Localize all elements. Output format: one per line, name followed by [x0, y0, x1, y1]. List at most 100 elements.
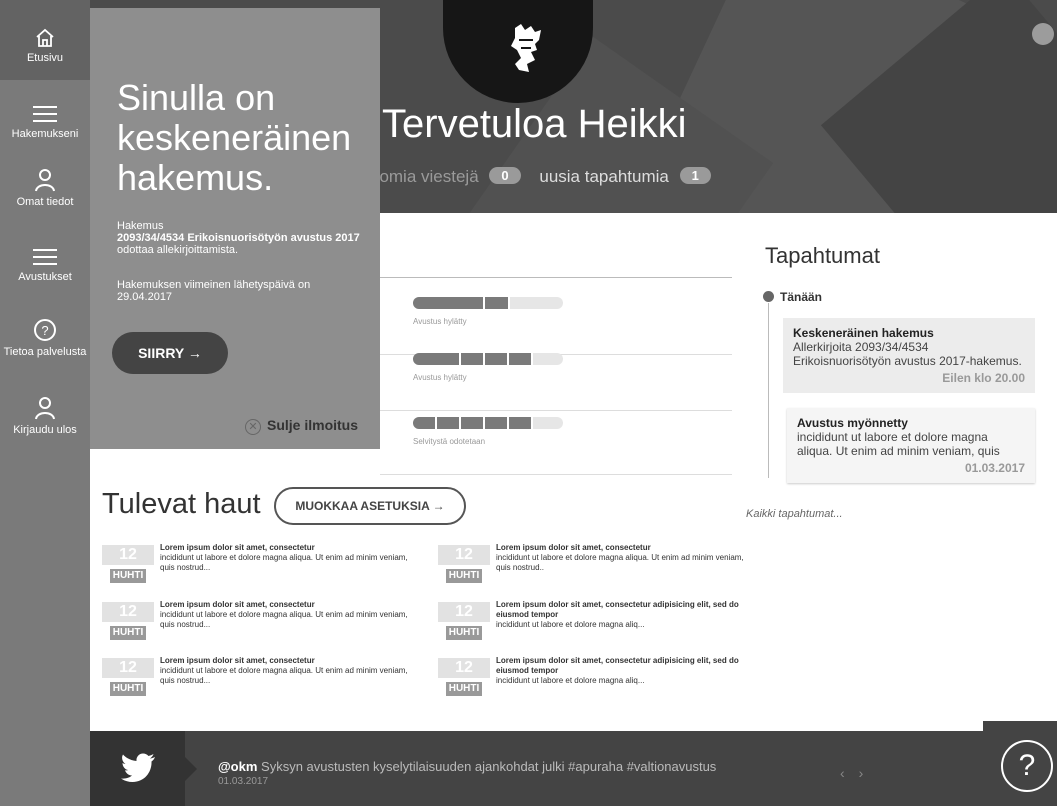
- date-day: 12: [102, 602, 154, 622]
- upcoming-item-title: Lorem ipsum dolor sit amet, consectetur: [160, 543, 315, 552]
- edit-settings-button[interactable]: MUOKKAA ASETUKSIA →: [274, 487, 466, 525]
- upcoming-item-title: Lorem ipsum dolor sit amet, consectetur: [160, 600, 315, 609]
- date-month: HUHTI: [445, 682, 483, 696]
- progress-segment: [485, 417, 509, 429]
- upcoming-item-desc: incididunt ut labore et dolore magna ali…: [160, 666, 408, 685]
- notice-title: Sinulla on keskeneräinen hakemus.: [117, 77, 352, 198]
- date-badge: 12 HUHTI: [438, 602, 490, 640]
- application-progress-bar: [413, 417, 563, 429]
- upcoming-item[interactable]: 12 HUHTI Lorem ipsum dolor sit amet, cons…: [438, 543, 758, 593]
- go-button[interactable]: SIIRRY →: [112, 332, 228, 374]
- date-day: 12: [438, 658, 490, 678]
- upcoming-item[interactable]: 12 HUHTI Lorem ipsum dolor sit amet, cons…: [102, 656, 422, 706]
- upcoming-item[interactable]: 12 HUHTI Lorem ipsum dolor sit amet, cons…: [438, 656, 758, 706]
- sidebar-item-hakemukseni[interactable]: Hakemukseni: [0, 104, 90, 140]
- user-avatar[interactable]: [1032, 23, 1054, 45]
- sidebar-item-label: Omat tiedot: [16, 196, 74, 208]
- welcome-heading: Tervetuloa Heikki: [382, 102, 687, 146]
- next-tweet-button[interactable]: ›: [859, 765, 878, 781]
- event-card[interactable]: Avustus myönnetty incididunt ut labore e…: [787, 408, 1035, 483]
- application-row[interactable]: Selvitystä odotetaan: [380, 417, 732, 475]
- notice-deadline: Hakemuksen viimeinen lähetyspäivä on 29.…: [117, 279, 311, 303]
- progress-segment: [413, 417, 437, 429]
- upcoming-item-desc: incididunt ut labore et dolore magna ali…: [496, 676, 645, 685]
- today-marker: Tänään: [763, 290, 822, 304]
- event-title: Keskeneräinen hakemus: [793, 326, 934, 340]
- progress-segment: [413, 297, 485, 309]
- date-month: HUHTI: [109, 682, 147, 696]
- event-card[interactable]: Keskeneräinen hakemus Allerkirjoita 2093…: [783, 318, 1035, 393]
- upcoming-item-text: Lorem ipsum dolor sit amet, consectetur i…: [160, 600, 410, 630]
- progress-segment: [413, 353, 461, 365]
- upcoming-item-desc: incididunt ut labore et dolore magna ali…: [160, 553, 408, 572]
- progress-segment: [461, 353, 485, 365]
- sidebar-item-label: Kirjaudu ulos: [13, 424, 77, 436]
- application-status: Selvitystä odotetaan: [413, 437, 486, 446]
- tweet-handle[interactable]: @okm: [218, 759, 257, 774]
- date-month: HUHTI: [109, 569, 147, 583]
- user-icon: [35, 169, 55, 192]
- sidebar-item-label: Hakemukseni: [11, 128, 79, 140]
- upcoming-item-title: Lorem ipsum dolor sit amet, consectetur …: [496, 656, 739, 675]
- application-status: Avustus hylätty: [413, 317, 467, 326]
- svg-text:?: ?: [41, 323, 48, 338]
- notice-application-info: Hakemus 2093/34/4534 Erikoisnuorisötyön …: [117, 220, 367, 256]
- sidebar-item-label: Tietoa palvelusta: [3, 346, 87, 358]
- all-events-link[interactable]: Kaikki tapahtumat...: [746, 508, 843, 520]
- application-row[interactable]: Avustus hylätty: [380, 353, 732, 411]
- messages-count-badge[interactable]: 0: [489, 167, 521, 184]
- today-label: Tänään: [780, 290, 823, 304]
- progress-segment: [461, 417, 485, 429]
- close-notice-button[interactable]: ✕ Sulje ilmoitus: [245, 417, 358, 435]
- date-day: 12: [438, 602, 490, 622]
- timeline-dot: [763, 291, 774, 302]
- application-row[interactable]: Avustus hylätty: [380, 297, 732, 355]
- application-progress-bar: [413, 297, 563, 309]
- sidebar-item-omat-tiedot[interactable]: Omat tiedot: [0, 168, 90, 208]
- upcoming-item[interactable]: 12 HUHTI Lorem ipsum dolor sit amet, cons…: [102, 600, 422, 650]
- home-icon: [36, 28, 54, 47]
- events-title: Tapahtumat: [765, 243, 880, 268]
- menu-lines-icon: [33, 249, 57, 265]
- menu-lines-icon: [33, 106, 57, 122]
- application-progress-bar: [413, 353, 563, 365]
- help-button[interactable]: ?: [1001, 740, 1053, 792]
- twitter-icon[interactable]: [120, 753, 156, 783]
- upcoming-item-desc: incididunt ut labore et dolore magna ali…: [160, 610, 408, 629]
- prev-tweet-button[interactable]: ‹: [840, 765, 859, 781]
- sidebar-item-label: Avustukset: [18, 271, 72, 283]
- sidebar-item-kirjaudu-ulos[interactable]: Kirjaudu ulos: [0, 396, 90, 436]
- twitter-icon-box: [90, 731, 197, 806]
- timeline-line: [768, 303, 769, 478]
- sidebar-item-etusivu[interactable]: Etusivu: [0, 0, 90, 80]
- sidebar-item-avustukset[interactable]: Avustukset: [0, 247, 90, 283]
- twitter-footer: @okm Syksyn avustusten kyselytilaisuuden…: [90, 731, 983, 806]
- date-badge: 12 HUHTI: [102, 545, 154, 583]
- upcoming-item-title: Lorem ipsum dolor sit amet, consectetur: [496, 543, 651, 552]
- events-label: uusia tapahtumia: [539, 167, 669, 186]
- tweet-pager: ‹›: [840, 765, 877, 781]
- upcoming-item-text: Lorem ipsum dolor sit amet, consectetur i…: [496, 543, 746, 573]
- upcoming-item[interactable]: 12 HUHTI Lorem ipsum dolor sit amet, cons…: [438, 600, 758, 650]
- upcoming-item-title: Lorem ipsum dolor sit amet, consectetur: [160, 656, 315, 665]
- help-box: ?: [983, 721, 1057, 806]
- events-count-badge[interactable]: 1: [679, 167, 711, 184]
- progress-segment: [437, 417, 461, 429]
- date-day: 12: [102, 545, 154, 565]
- tweet-text[interactable]: @okm Syksyn avustusten kyselytilaisuuden…: [218, 759, 716, 774]
- sidebar-item-tietoa-palvelusta[interactable]: ? Tietoa palvelusta: [0, 318, 90, 358]
- upcoming-item-title: Lorem ipsum dolor sit amet, consectetur …: [496, 600, 739, 619]
- progress-segment: [485, 297, 510, 309]
- upcoming-item[interactable]: 12 HUHTI Lorem ipsum dolor sit amet, cons…: [102, 543, 422, 593]
- sidebar-item-label: Etusivu: [26, 52, 64, 64]
- date-badge: 12 HUHTI: [438, 658, 490, 696]
- messages-label: ttomia viestejä: [370, 167, 479, 186]
- notice-status: odottaa allekirjoittamista.: [117, 244, 239, 256]
- event-date: Eilen klo 20.00: [942, 371, 1025, 385]
- header-stats: ttomia viestejä 0 uusia tapahtumia 1: [370, 167, 725, 187]
- question-icon: ?: [34, 319, 56, 341]
- applications-divider: [370, 277, 732, 278]
- upcoming-item-desc: incididunt ut labore et dolore magna ali…: [496, 620, 645, 629]
- incomplete-application-notice: Sinulla on keskeneräinen hakemus. Hakemu…: [90, 8, 380, 449]
- date-month: HUHTI: [445, 569, 483, 583]
